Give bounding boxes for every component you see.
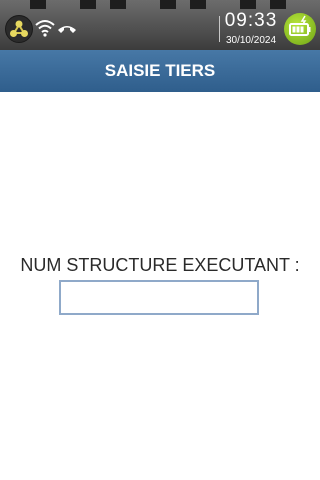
status-bar-tick — [240, 0, 256, 9]
wifi-icon — [35, 19, 55, 37]
network-icon — [5, 15, 33, 43]
title-bar: SAISIE TIERS — [0, 50, 320, 92]
battery-charging-icon — [284, 13, 316, 45]
status-bar: 09:33 30/10/2024 — [0, 0, 320, 50]
phone-hangup-icon — [57, 22, 77, 34]
status-bar-tick — [160, 0, 176, 9]
structure-number-label: NUM STRUCTURE EXECUTANT : — [20, 255, 300, 275]
status-date: 30/10/2024 — [225, 35, 277, 46]
status-bar-tick — [190, 0, 206, 9]
structure-number-input[interactable] — [59, 280, 259, 315]
status-bar-tick — [270, 0, 286, 9]
status-bar-tick — [30, 0, 46, 9]
page-title: SAISIE TIERS — [104, 61, 216, 80]
status-bar-tick — [110, 0, 126, 9]
status-bar-tick — [80, 0, 96, 9]
status-divider — [219, 16, 220, 42]
status-clock: 09:33 — [224, 10, 278, 31]
